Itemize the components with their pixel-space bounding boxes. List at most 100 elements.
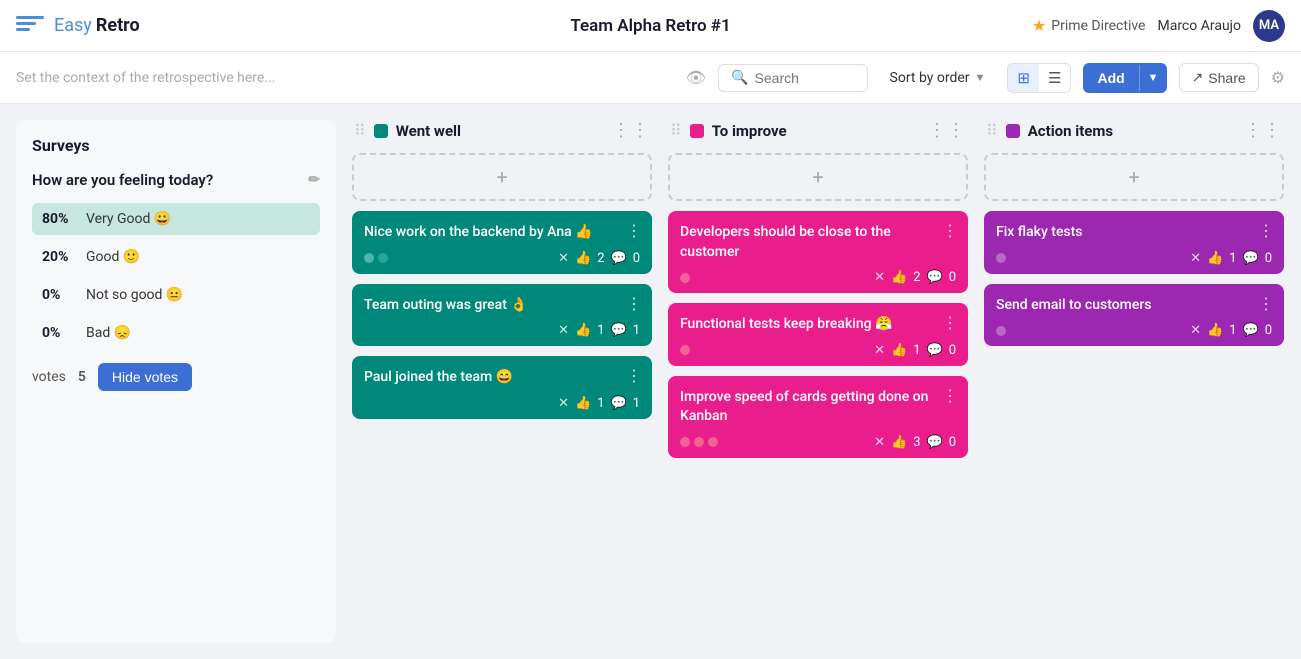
comment-count: 0 [633,251,640,266]
card-menu-icon[interactable]: ⋮ [626,221,642,240]
thumbs-up-icon[interactable]: 👍 [1207,251,1223,266]
card-menu-icon[interactable]: ⋮ [942,221,958,240]
thumbs-up-icon[interactable]: 👍 [1207,323,1223,338]
add-card-button[interactable]: + [352,153,652,201]
card-menu-icon[interactable]: ⋮ [942,386,958,405]
thumbs-up-icon[interactable]: 👍 [575,251,591,266]
eye-icon[interactable]: 👁 [686,68,706,87]
card-dot [680,437,690,447]
delete-icon[interactable]: ✕ [558,396,569,411]
thumbs-up-icon[interactable]: 👍 [891,343,907,358]
columns-container: ⠿ Went well ⋮⋮ + ⋮ Nice work on the back… [352,120,1300,643]
survey-options: 80% Very Good 😀 20% Good 🙂 0% Not so goo… [32,203,320,349]
card-menu-icon[interactable]: ⋮ [626,294,642,313]
delete-icon[interactable]: ✕ [874,270,885,285]
card: ⋮ Developers should be close to the cust… [668,211,968,293]
thumbs-up-icon[interactable]: 👍 [575,396,591,411]
column-menu-icon[interactable]: ⋮⋮ [612,120,650,141]
grid-view-button[interactable]: ⊞ [1008,64,1039,92]
card-dots [680,437,718,447]
column-menu-icon[interactable]: ⋮⋮ [1244,120,1282,141]
drag-handle-icon[interactable]: ⠿ [986,121,998,140]
chevron-down-icon: ▼ [975,71,986,84]
comment-icon[interactable]: 💬 [1243,323,1259,338]
survey-option[interactable]: 0% Bad 😞 [32,317,320,349]
comment-icon[interactable]: 💬 [1243,251,1259,266]
survey-option[interactable]: 0% Not so good 😐 [32,279,320,311]
comment-count: 1 [633,323,640,338]
column-color-dot [690,124,704,138]
sort-label: Sort by order [890,70,970,86]
column-title: To improve [712,122,920,140]
search-input[interactable] [755,70,855,86]
thumbs-count: 1 [1229,323,1236,338]
header: EasyRetro Team Alpha Retro #1 ★ Prime Di… [0,0,1301,52]
thumbs-up-icon[interactable]: 👍 [891,270,907,285]
context-placeholder[interactable]: Set the context of the retrospective her… [16,70,674,86]
votes-label: votes [32,369,66,385]
delete-icon[interactable]: ✕ [1190,323,1201,338]
comment-icon[interactable]: 💬 [611,251,627,266]
column-header: ⠿ Action items ⋮⋮ [984,120,1284,141]
column-title: Went well [396,122,604,140]
card-text: Improve speed of cards getting done on K… [680,388,956,427]
column-header: ⠿ To improve ⋮⋮ [668,120,968,141]
survey-question-text: How are you feeling today? [32,171,213,189]
card-menu-icon[interactable]: ⋮ [942,313,958,332]
card: ⋮ Paul joined the team 😄 ✕ 👍 1 💬 1 [352,356,652,419]
add-button[interactable]: Add ▼ [1083,63,1166,93]
logo[interactable]: EasyRetro [16,15,140,36]
card-menu-icon[interactable]: ⋮ [1258,294,1274,313]
share-button[interactable]: ↗ Share [1179,63,1259,92]
survey-option[interactable]: 20% Good 🙂 [32,241,320,273]
survey-option[interactable]: 80% Very Good 😀 [32,203,320,235]
comment-icon[interactable]: 💬 [927,435,943,450]
comment-icon[interactable]: 💬 [611,396,627,411]
delete-icon[interactable]: ✕ [874,343,885,358]
card: ⋮ Improve speed of cards getting done on… [668,376,968,458]
delete-icon[interactable]: ✕ [1190,251,1201,266]
card-menu-icon[interactable]: ⋮ [1258,221,1274,240]
vote-pct: 20% [42,249,78,265]
logo-icon [16,16,44,36]
drag-handle-icon[interactable]: ⠿ [670,121,682,140]
card-text: Send email to customers [996,296,1272,316]
edit-icon[interactable]: ✏ [308,172,320,188]
card-dot [996,253,1006,263]
header-right: ★ Prime Directive Marco Araujo MA [1032,10,1285,42]
card-menu-icon[interactable]: ⋮ [626,366,642,385]
delete-icon[interactable]: ✕ [874,435,885,450]
gear-icon[interactable]: ⚙ [1271,68,1285,87]
comment-icon[interactable]: 💬 [611,323,627,338]
thumbs-count: 1 [1229,251,1236,266]
list-view-button[interactable]: ☰ [1039,64,1070,92]
comment-icon[interactable]: 💬 [927,270,943,285]
delete-icon[interactable]: ✕ [558,323,569,338]
logo-easy: Easy [54,15,92,36]
sort-button[interactable]: Sort by order ▼ [880,65,996,91]
delete-icon[interactable]: ✕ [558,251,569,266]
thumbs-up-icon[interactable]: 👍 [891,435,907,450]
thumbs-up-icon[interactable]: 👍 [575,323,591,338]
column-menu-icon[interactable]: ⋮⋮ [928,120,966,141]
card-dots [996,253,1006,263]
card: ⋮ Team outing was great 👌 ✕ 👍 1 💬 1 [352,284,652,347]
thumbs-count: 3 [913,435,920,450]
card-footer: ✕ 👍 1 💬 0 [996,323,1272,338]
search-box[interactable]: 🔍 [718,64,867,92]
card-dots [680,273,690,283]
survey-question: How are you feeling today? ✏ [32,171,320,189]
add-card-button[interactable]: + [668,153,968,201]
hide-votes-button[interactable]: Hide votes [98,363,192,391]
comment-count: 0 [949,435,956,450]
comment-icon[interactable]: 💬 [927,343,943,358]
page-title: Team Alpha Retro #1 [570,16,730,36]
thumbs-count: 2 [597,251,604,266]
prime-directive[interactable]: ★ Prime Directive [1032,16,1146,35]
avatar[interactable]: MA [1253,10,1285,42]
drag-handle-icon[interactable]: ⠿ [354,121,366,140]
column-header: ⠿ Went well ⋮⋮ [352,120,652,141]
add-chevron-icon: ▼ [1139,65,1167,91]
view-toggle: ⊞ ☰ [1007,63,1071,93]
add-card-button[interactable]: + [984,153,1284,201]
